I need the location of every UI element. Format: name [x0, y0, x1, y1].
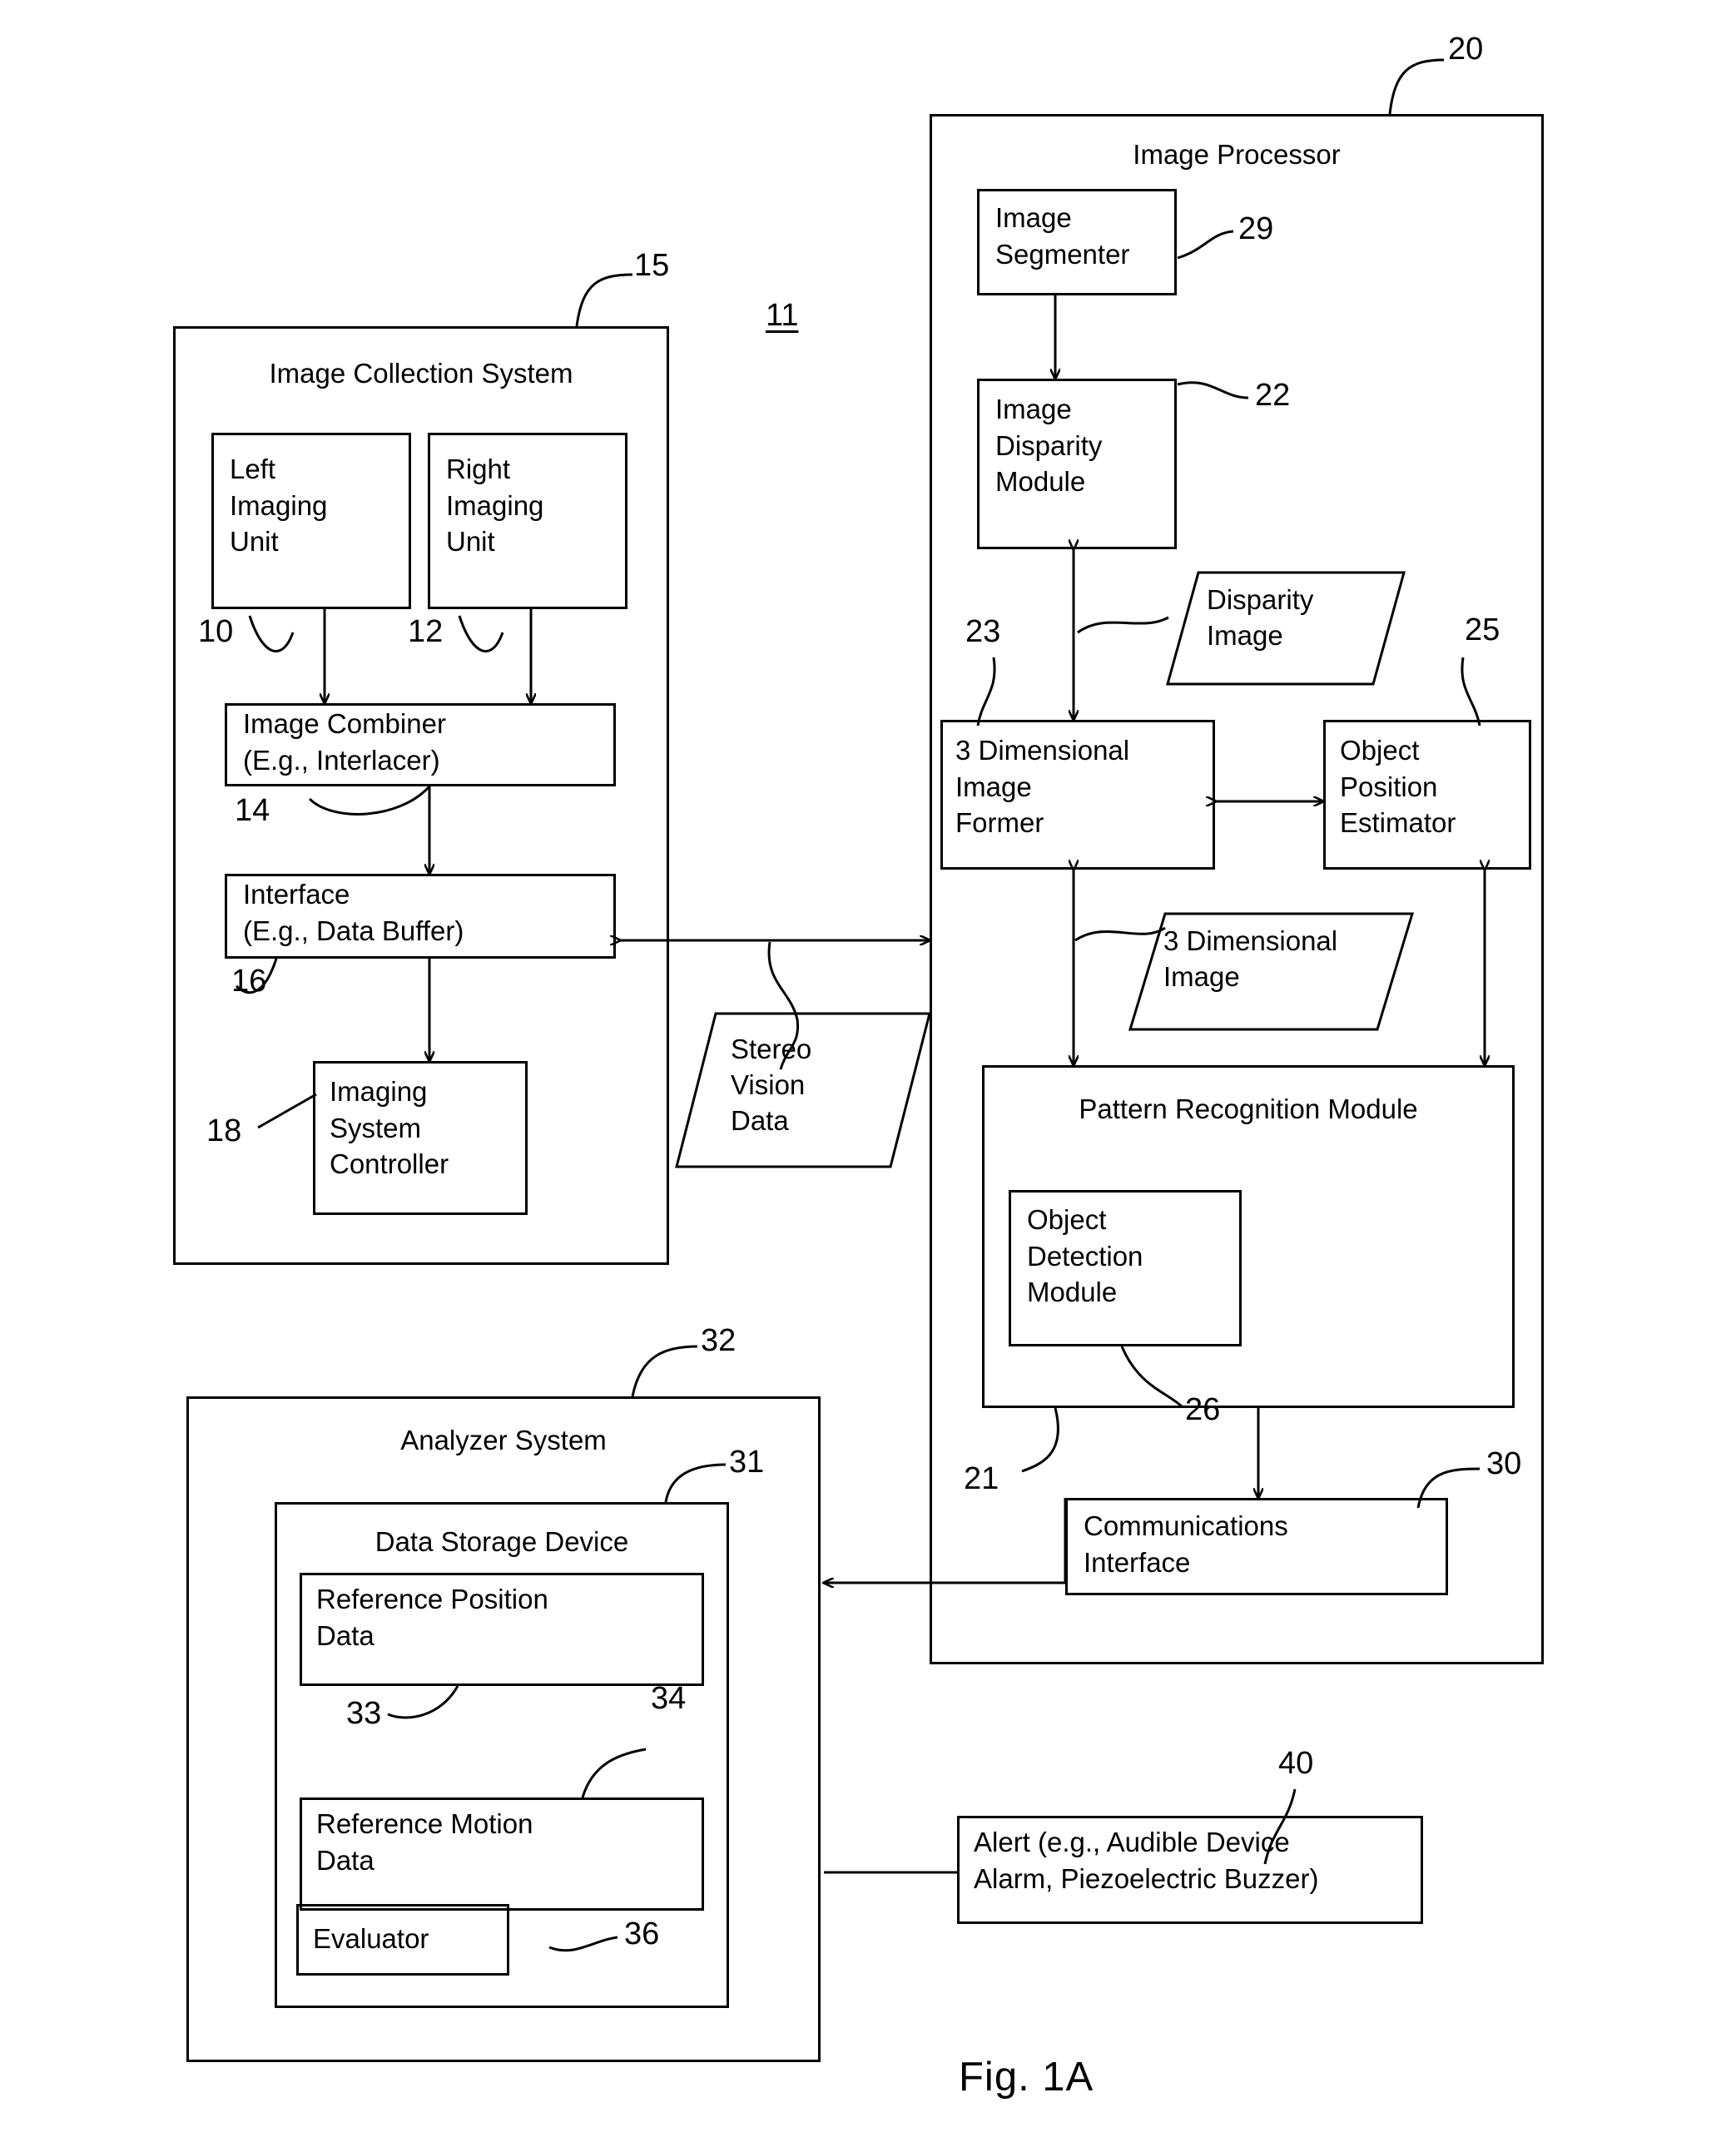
- evaluator-label: Evaluator: [313, 1923, 429, 1954]
- analyzer-system-title: Analyzer System: [400, 1425, 607, 1455]
- ref-20: 20: [1448, 32, 1484, 67]
- image-processor-title: Image Processor: [1133, 139, 1341, 170]
- ref-23: 23: [965, 614, 1001, 649]
- ref-14: 14: [235, 793, 270, 828]
- ref-10: 10: [198, 614, 234, 649]
- data-storage-device-title: Data Storage Device: [374, 1526, 629, 1557]
- pattern-recognition-module-title: Pattern Recognition Module: [1079, 1093, 1418, 1124]
- left-imaging-unit-label: Left Imaging Unit: [230, 454, 328, 558]
- ref-18: 18: [206, 1113, 242, 1148]
- ref-16: 16: [231, 964, 267, 999]
- ref-25: 25: [1465, 612, 1500, 647]
- image-collection-system-title: Image Collection System: [269, 358, 573, 389]
- figure-caption: Fig. 1A: [959, 2055, 1094, 2100]
- stereo-vision-data-label: Stereo Vision Data: [731, 1034, 812, 1136]
- three-dimensional-image-former-label: 3 Dimensional Image Former: [955, 735, 1130, 839]
- alert-label: Alert (e.g., Audible Device Alarm, Piezo…: [974, 1827, 1319, 1894]
- ref-34: 34: [651, 1681, 687, 1716]
- image-disparity-module-label: Image Disparity Module: [995, 394, 1103, 498]
- interface-label: Interface (E.g., Data Buffer): [243, 879, 464, 946]
- right-imaging-unit-label: Right Imaging Unit: [446, 454, 544, 558]
- imaging-system-controller-label: Imaging System Controller: [330, 1076, 449, 1180]
- object-detection-module-label: Object Detection Module: [1027, 1204, 1143, 1308]
- patent-figure-1a: Image Collection System 15 Left Imaging …: [0, 0, 1736, 2147]
- image-segmenter-label: Image Segmenter: [995, 202, 1130, 270]
- object-position-estimator-label: Object Position Estimator: [1340, 735, 1456, 839]
- ref-11: 11: [766, 298, 799, 333]
- ref-26: 26: [1185, 1392, 1221, 1427]
- three-dimensional-image-label: 3 Dimensional Image: [1163, 925, 1338, 992]
- ref-32: 32: [701, 1323, 737, 1358]
- ref-33: 33: [346, 1696, 382, 1731]
- reference-motion-data-label: Reference Motion Data: [316, 1808, 533, 1876]
- ref-29: 29: [1238, 211, 1274, 246]
- ref-12: 12: [408, 614, 444, 649]
- image-combiner-label: Image Combiner (E.g., Interlacer): [243, 708, 446, 776]
- communications-interface-label: Communications Interface: [1084, 1510, 1288, 1578]
- ref-36: 36: [624, 1916, 660, 1951]
- ref-40: 40: [1278, 1746, 1314, 1781]
- ref-30: 30: [1486, 1446, 1522, 1481]
- ref-22: 22: [1255, 378, 1291, 413]
- image-processor-box: [930, 114, 1544, 1664]
- disparity-image-label: Disparity Image: [1207, 584, 1314, 651]
- ref-15: 15: [634, 248, 670, 283]
- ref-21: 21: [964, 1461, 999, 1496]
- ref-31: 31: [729, 1445, 765, 1480]
- reference-position-data-label: Reference Position Data: [316, 1584, 548, 1651]
